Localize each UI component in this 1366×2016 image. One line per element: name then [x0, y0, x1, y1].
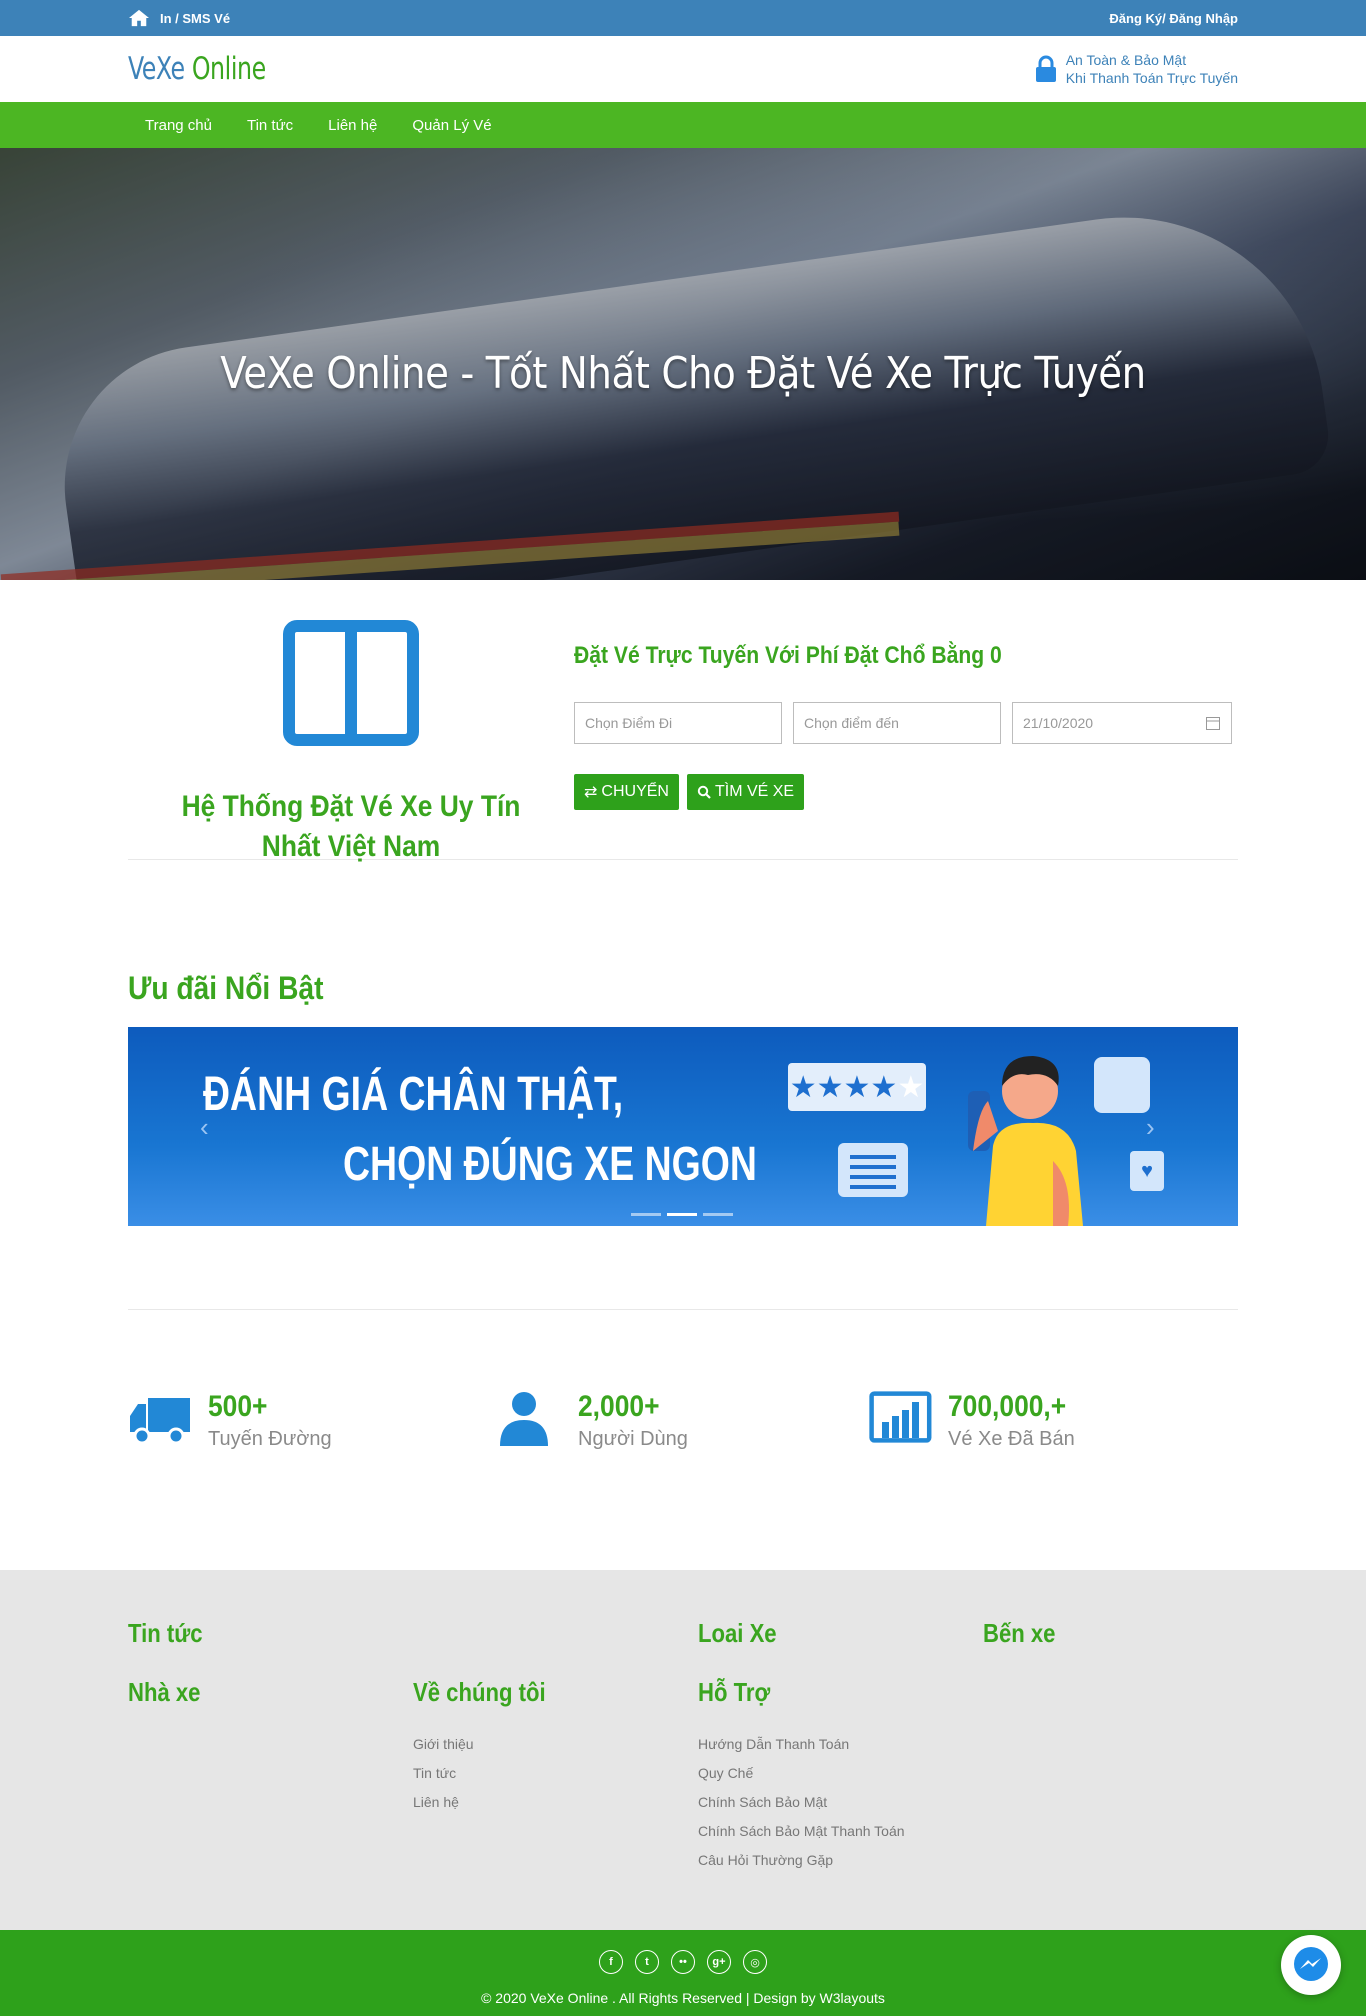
nav-item-home[interactable]: Trang chủ — [145, 117, 212, 134]
footer: Tin tức Nhà xe Về chúng tôi Giới thiệu T… — [0, 1570, 1366, 1930]
book-columns-icon — [283, 620, 419, 746]
register-login-link[interactable]: Đăng Ký/ Đăng Nhập — [1109, 11, 1238, 26]
search-tickets-button[interactable]: TÌM VÉ XE — [686, 774, 805, 810]
document-icon — [838, 1143, 908, 1197]
calendar-icon[interactable] — [1205, 715, 1221, 731]
stat-routes: 500+ Tuyến Đường — [128, 1390, 498, 1451]
secure-line2: Khi Thanh Toán Trực Tuyến — [1065, 70, 1238, 86]
stat-label: Người Dùng — [578, 1428, 688, 1450]
top-bar: In / SMS Vé Đăng Ký/ Đăng Nhập — [0, 0, 1366, 36]
carousel-dot[interactable] — [703, 1213, 733, 1216]
footer-link-news[interactable]: Tin tức — [413, 1765, 698, 1794]
nav-item-contact[interactable]: Liên hệ — [328, 117, 377, 134]
footer-col-3: Loai Xe Hỗ Trợ Hướng Dẫn Thanh Toán Quy … — [698, 1618, 983, 1881]
promotions-title: Ưu đãi Nổi Bật — [128, 970, 324, 1006]
banner-line2: CHỌN ĐÚNG XE NGON — [343, 1138, 757, 1191]
footer-link-payment-guide[interactable]: Hướng Dẫn Thanh Toán — [698, 1736, 983, 1765]
destination-placeholder: Chọn điểm đến — [804, 715, 899, 731]
booking-title: Đặt Vé Trực Tuyến Với Phí Đặt Chổ Bằng 0 — [574, 642, 1002, 669]
search-icon — [697, 785, 711, 799]
carousel-dot-active[interactable] — [667, 1213, 697, 1216]
departure-input[interactable]: Chọn Điểm Đi — [574, 702, 782, 744]
carousel-indicators — [631, 1213, 733, 1216]
site-logo[interactable]: VeXe Online — [128, 51, 266, 87]
stat-label: Vé Xe Đã Bán — [948, 1428, 1075, 1450]
carousel-dot[interactable] — [631, 1213, 661, 1216]
logo-part1: VeXe — [128, 51, 185, 87]
user-icon — [500, 1392, 548, 1446]
copyright-text: © 2020 VeXe Online . All Rights Reserved… — [481, 1990, 885, 2006]
bar-chart-icon — [869, 1391, 932, 1443]
swap-button-label: CHUYỂN — [601, 783, 669, 800]
print-sms-link[interactable]: In / SMS Vé — [160, 11, 230, 26]
footer-heading-news[interactable]: Tin tức — [128, 1618, 370, 1677]
departure-placeholder: Chọn Điểm Đi — [585, 715, 673, 731]
search-button-label: TÌM VÉ XE — [714, 783, 795, 800]
promo-carousel[interactable]: ĐÁNH GIÁ CHÂN THẬT, CHỌN ĐÚNG XE NGON ★★… — [128, 1027, 1238, 1226]
hero-title: VeXe Online - Tốt Nhất Cho Đặt Vé Xe Trự… — [220, 348, 1146, 399]
carousel-next-icon[interactable]: › — [1146, 1112, 1155, 1143]
footer-col-4: Bến xe — [983, 1618, 1238, 1881]
footer-col-2: Về chúng tôi Giới thiệu Tin tức Liên hệ — [413, 1618, 698, 1881]
hero-banner: VeXe Online - Tốt Nhất Cho Đặt Vé Xe Trự… — [0, 148, 1366, 580]
header: VeXe Online An Toàn & Bảo Mật Khi Thanh … — [0, 36, 1366, 102]
google-plus-icon[interactable]: g+ — [707, 1950, 731, 1974]
footer-spacer — [413, 1618, 655, 1677]
footer-link-about[interactable]: Giới thiệu — [413, 1736, 698, 1765]
footer-link-payment-privacy[interactable]: Chính Sách Bảo Mật Thanh Toán — [698, 1823, 983, 1852]
truck-icon — [130, 1398, 190, 1445]
home-icon[interactable] — [128, 8, 150, 28]
destination-input[interactable]: Chọn điểm đến — [793, 702, 1001, 744]
footer-heading-about: Về chúng tôi — [413, 1677, 546, 1707]
carousel-prev-icon[interactable]: ‹ — [200, 1112, 209, 1143]
stat-value: 700,000,+ — [948, 1390, 1067, 1423]
footer-link-contact[interactable]: Liên hệ — [413, 1794, 698, 1823]
bottom-bar: f t •• g+ ◎ © 2020 VeXe Online . All Rig… — [0, 1930, 1366, 2016]
facebook-icon[interactable]: f — [599, 1950, 623, 1974]
footer-link-regulations[interactable]: Quy Chế — [698, 1765, 983, 1794]
banner-line1: ĐÁNH GIÁ CHÂN THẬT, — [203, 1068, 624, 1121]
chat-bus-icon — [1094, 1057, 1150, 1113]
stat-users: 2,000+ Người Dùng — [498, 1390, 868, 1451]
footer-col-1: Tin tức Nhà xe — [128, 1618, 413, 1881]
nav-item-ticket-management[interactable]: Quản Lý Vé — [412, 117, 491, 134]
date-value: 21/10/2020 — [1023, 715, 1094, 731]
lock-icon — [1035, 55, 1056, 82]
stat-label: Tuyến Đường — [208, 1428, 332, 1450]
footer-heading-bus-types[interactable]: Loai Xe — [698, 1618, 940, 1677]
footer-heading-bus-stations[interactable]: Bến xe — [983, 1618, 1200, 1677]
stat-value: 2,000+ — [578, 1390, 660, 1423]
messenger-icon — [1294, 1947, 1328, 1981]
stat-value: 500+ — [208, 1390, 268, 1423]
footer-heading-bus-companies[interactable]: Nhà xe — [128, 1677, 370, 1736]
secure-line1: An Toàn & Bảo Mật — [1065, 52, 1187, 68]
swap-arrows-icon: ⇄ — [584, 784, 598, 801]
nav-item-news[interactable]: Tin tức — [247, 117, 293, 134]
flickr-icon[interactable]: •• — [671, 1950, 695, 1974]
date-input[interactable]: 21/10/2020 — [1012, 702, 1232, 744]
dribbble-icon[interactable]: ◎ — [743, 1950, 767, 1974]
main-nav: Trang chủ Tin tức Liên hệ Quản Lý Vé — [0, 102, 1366, 148]
booking-section: Hệ Thống Đặt Vé Xe Uy Tín Nhất Việt Nam … — [0, 580, 1366, 890]
rating-stars-icon: ★★★★ ★ — [788, 1063, 926, 1111]
footer-link-privacy[interactable]: Chính Sách Bảo Mật — [698, 1794, 983, 1823]
footer-heading-support: Hỗ Trợ — [698, 1677, 771, 1707]
messenger-chat-button[interactable] — [1281, 1935, 1341, 1995]
social-links: f t •• g+ ◎ — [0, 1930, 1366, 1974]
twitter-icon[interactable]: t — [635, 1950, 659, 1974]
heart-icon: ♥ — [1130, 1151, 1164, 1191]
stat-tickets-sold: 700,000,+ Vé Xe Đã Bán — [868, 1390, 1238, 1451]
booking-tagline: Hệ Thống Đặt Vé Xe Uy Tín Nhất Việt Nam — [181, 790, 521, 863]
swap-button[interactable]: ⇄ CHUYỂN — [574, 774, 679, 810]
person-illustration — [968, 1056, 1083, 1226]
secure-payment-badge: An Toàn & Bảo Mật Khi Thanh Toán Trực Tu… — [1034, 51, 1238, 87]
logo-part2: Online — [191, 51, 266, 87]
footer-link-faq[interactable]: Câu Hỏi Thường Gặp — [698, 1852, 983, 1881]
promotions-section: Ưu đãi Nổi Bật ĐÁNH GIÁ CHÂN THẬT, CHỌN … — [0, 890, 1366, 1310]
stats-section: 500+ Tuyến Đường 2,000+ Người Dùng 700,0… — [0, 1310, 1366, 1570]
